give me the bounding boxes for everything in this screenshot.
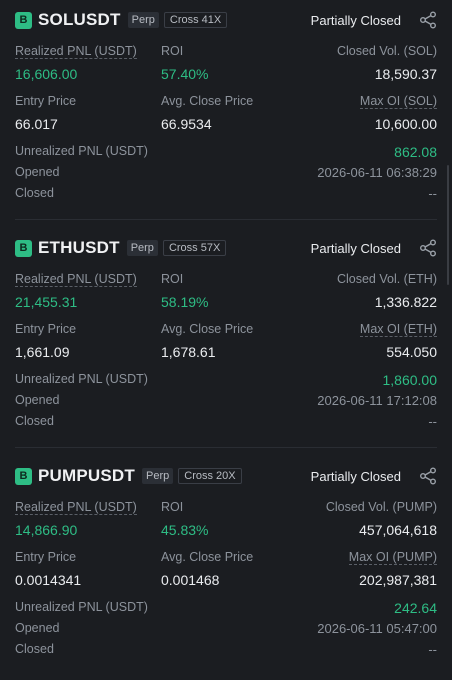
roi-label: ROI <box>161 500 184 514</box>
unrealized-pnl-value: 242.64 <box>394 600 437 616</box>
closed-vol-value: 1,336.822 <box>374 294 437 310</box>
opened-label: Opened <box>15 621 60 635</box>
avg-close-price-label: Avg. Close Price <box>161 322 254 336</box>
closed-label: Closed <box>15 414 54 428</box>
share-icon[interactable] <box>419 11 437 29</box>
max-oi-value: 202,987,381 <box>359 572 437 588</box>
share-icon[interactable] <box>419 239 437 257</box>
symbol-name[interactable]: PUMPUSDT <box>38 466 135 486</box>
avg-close-price-label: Avg. Close Price <box>161 94 254 108</box>
position-card: B ETHUSDT Perp Cross 57X Partially Close… <box>0 228 452 433</box>
max-oi-value: 554.050 <box>386 344 437 360</box>
status-text: Partially Closed <box>310 468 401 484</box>
unrealized-pnl-value: 862.08 <box>394 144 437 160</box>
symbol-name[interactable]: SOLUSDT <box>38 10 121 30</box>
closed-time: -- <box>428 642 437 657</box>
margin-tag: Cross 41X <box>163 12 228 28</box>
side-badge: B <box>15 467 32 485</box>
avg-close-price-label: Avg. Close Price <box>161 550 254 564</box>
side-badge: B <box>15 239 32 257</box>
position-header: B ETHUSDT Perp Cross 57X Partially Close… <box>15 228 437 268</box>
type-tag: Perp <box>126 240 158 256</box>
roi-value: 57.40% <box>161 66 209 82</box>
realized-pnl-value: 16,606.00 <box>15 66 78 82</box>
opened-time: 2026-06-11 17:12:08 <box>317 393 437 408</box>
status-text: Partially Closed <box>310 12 401 28</box>
max-oi-label[interactable]: Max OI (PUMP) <box>348 550 437 565</box>
closed-label: Closed <box>15 186 54 200</box>
entry-price-value: 66.017 <box>15 116 58 132</box>
unrealized-pnl-label: Unrealized PNL (USDT) <box>15 600 148 614</box>
entry-price-label: Entry Price <box>15 550 77 564</box>
closed-vol-label: Closed Vol. (ETH) <box>336 272 437 286</box>
roi-value: 58.19% <box>161 294 209 310</box>
closed-vol-label: Closed Vol. (PUMP) <box>325 500 437 514</box>
position-header: B PUMPUSDT Perp Cross 20X Partially Clos… <box>15 456 437 496</box>
margin-tag: Cross 20X <box>178 468 242 484</box>
entry-price-label: Entry Price <box>15 94 77 108</box>
entry-price-label: Entry Price <box>15 322 77 336</box>
unrealized-pnl-label: Unrealized PNL (USDT) <box>15 372 148 386</box>
avg-close-price-value: 0.001468 <box>161 572 220 588</box>
roi-label: ROI <box>161 44 184 58</box>
card-divider <box>15 219 437 220</box>
max-oi-value: 10,600.00 <box>374 116 437 132</box>
avg-close-price-value: 1,678.61 <box>161 344 216 360</box>
closed-vol-value: 457,064,618 <box>359 522 437 538</box>
closed-label: Closed <box>15 642 54 656</box>
roi-value: 45.83% <box>161 522 209 538</box>
closed-time: -- <box>428 186 437 201</box>
max-oi-label[interactable]: Max OI (ETH) <box>359 322 437 337</box>
margin-tag: Cross 57X <box>162 240 227 256</box>
realized-pnl-value: 21,455.31 <box>15 294 78 310</box>
position-header: B SOLUSDT Perp Cross 41X Partially Close… <box>15 0 437 40</box>
symbol-name[interactable]: ETHUSDT <box>38 238 120 258</box>
type-tag: Perp <box>127 12 159 28</box>
position-card: B SOLUSDT Perp Cross 41X Partially Close… <box>0 0 452 205</box>
unrealized-pnl-value: 1,860.00 <box>382 372 438 388</box>
max-oi-label[interactable]: Max OI (SOL) <box>359 94 437 109</box>
closed-time: -- <box>428 414 437 429</box>
position-card: B PUMPUSDT Perp Cross 20X Partially Clos… <box>0 456 452 661</box>
type-tag: Perp <box>142 468 174 484</box>
realized-pnl-label[interactable]: Realized PNL (USDT) <box>15 500 137 515</box>
entry-price-value: 0.0014341 <box>15 572 82 588</box>
entry-price-value: 1,661.09 <box>15 344 70 360</box>
realized-pnl-value: 14,866.90 <box>15 522 78 538</box>
closed-vol-label: Closed Vol. (SOL) <box>336 44 437 58</box>
opened-time: 2026-06-11 06:38:29 <box>317 165 437 180</box>
closed-vol-value: 18,590.37 <box>374 66 437 82</box>
opened-label: Opened <box>15 393 60 407</box>
status-text: Partially Closed <box>310 240 401 256</box>
side-badge: B <box>15 11 32 29</box>
card-divider <box>15 447 437 448</box>
avg-close-price-value: 66.9534 <box>161 116 212 132</box>
realized-pnl-label[interactable]: Realized PNL (USDT) <box>15 44 137 59</box>
share-icon[interactable] <box>419 467 437 485</box>
opened-time: 2026-06-11 05:47:00 <box>317 621 437 636</box>
realized-pnl-label[interactable]: Realized PNL (USDT) <box>15 272 137 287</box>
opened-label: Opened <box>15 165 60 179</box>
roi-label: ROI <box>161 272 184 286</box>
unrealized-pnl-label: Unrealized PNL (USDT) <box>15 144 148 158</box>
scrollbar[interactable] <box>447 165 449 285</box>
